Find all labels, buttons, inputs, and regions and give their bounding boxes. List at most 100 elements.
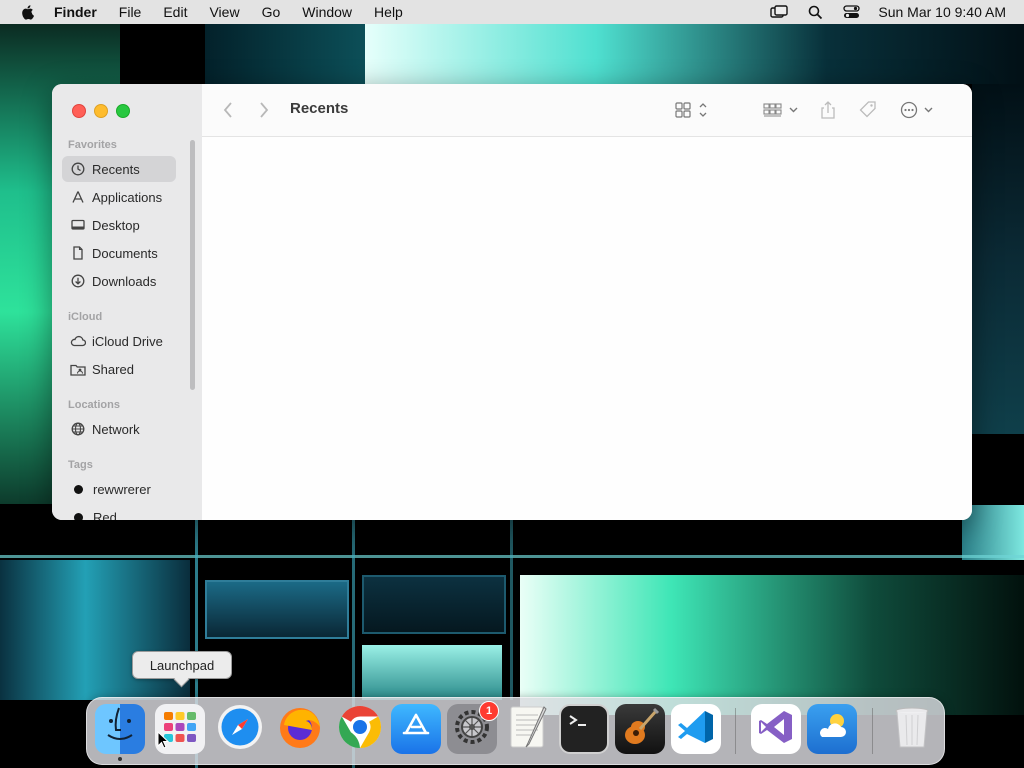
terminal-icon — [566, 712, 602, 747]
wallpaper-panel — [205, 24, 365, 84]
sidebar-item-label: iCloud Drive — [92, 333, 163, 349]
sidebar-scrollbar[interactable] — [190, 140, 195, 390]
sidebar-item-downloads[interactable]: Downloads — [62, 268, 176, 294]
finder-toolbar: Recents — [202, 84, 972, 137]
wallpaper-panel — [520, 575, 1024, 715]
dock-separator — [872, 708, 873, 754]
tag-color-dot — [74, 484, 83, 494]
sidebar-item-label: Shared — [92, 361, 134, 377]
forward-icon[interactable] — [258, 100, 270, 120]
apple-logo-icon[interactable] — [20, 4, 36, 20]
dock-separator — [735, 708, 736, 754]
control-center-icon[interactable] — [842, 4, 860, 20]
tag-icon[interactable] — [858, 100, 878, 120]
shared-folder-icon — [70, 361, 86, 377]
wallpaper-line — [510, 520, 513, 700]
window-controls — [72, 104, 130, 118]
dock-textedit[interactable] — [503, 704, 553, 754]
sidebar-item-label: Applications — [92, 189, 163, 205]
sidebar-item-label: Network — [92, 421, 140, 437]
cloud-icon — [70, 333, 86, 349]
sidebar-item-applications[interactable]: Applications — [62, 184, 176, 210]
dock-app-store[interactable] — [391, 704, 441, 754]
sidebar-section-locations: Locations — [68, 399, 120, 411]
wallpaper-panel — [365, 24, 1024, 84]
screen-mirroring-icon[interactable] — [770, 4, 789, 20]
firefox-icon — [276, 703, 324, 756]
sidebar-section-favorites: Favorites — [68, 139, 117, 151]
window-title: Recents — [290, 100, 349, 117]
wallpaper-panel — [362, 645, 502, 700]
dock-finder[interactable] — [95, 704, 145, 754]
dock-weather[interactable] — [807, 704, 857, 754]
dock-visual-studio[interactable] — [751, 704, 801, 754]
app-store-icon — [398, 709, 434, 750]
sidebar-item-label: Desktop — [92, 217, 140, 233]
trash-icon — [892, 703, 932, 756]
sidebar-section-tags: Tags — [68, 459, 93, 471]
menu-bar: Finder File Edit View Go Window Help Sun… — [0, 0, 1024, 24]
sidebar-item-label: Red — [93, 509, 117, 521]
dock-firefox[interactable] — [275, 704, 325, 754]
safari-icon — [216, 703, 264, 756]
menu-file[interactable]: File — [119, 4, 142, 20]
menu-clock[interactable]: Sun Mar 10 9:40 AM — [878, 4, 1006, 20]
finder-window: Favorites Recents Applications Desktop D… — [52, 84, 972, 520]
sidebar-item-shared[interactable]: Shared — [62, 356, 176, 382]
dock-chrome[interactable] — [335, 704, 385, 754]
search-icon[interactable] — [806, 4, 824, 20]
textedit-icon — [506, 703, 550, 756]
sidebar-tag-rewwrerer[interactable]: rewwrerer — [62, 476, 176, 502]
sidebar-item-icloud-drive[interactable]: iCloud Drive — [62, 328, 176, 354]
chrome-icon — [337, 704, 383, 755]
dock-terminal[interactable] — [559, 704, 609, 754]
desktop-icon — [70, 217, 86, 233]
applications-icon — [70, 189, 86, 205]
dock-garageband[interactable] — [615, 704, 665, 754]
document-icon — [70, 245, 86, 261]
sidebar-tag-red[interactable]: Red — [62, 504, 176, 520]
menu-app-name[interactable]: Finder — [54, 4, 97, 20]
back-icon[interactable] — [222, 100, 234, 120]
clock-icon — [70, 161, 86, 177]
menu-go[interactable]: Go — [262, 4, 281, 20]
running-indicator — [118, 757, 122, 761]
share-icon[interactable] — [820, 100, 836, 120]
group-icon[interactable] — [762, 100, 802, 120]
tag-color-dot — [74, 512, 83, 520]
dock-trash[interactable] — [887, 704, 937, 754]
sidebar-item-documents[interactable]: Documents — [62, 240, 176, 266]
visual-studio-icon — [756, 707, 796, 752]
minimize-button[interactable] — [94, 104, 108, 118]
sidebar-item-network[interactable]: Network — [62, 416, 176, 442]
dock-safari[interactable] — [215, 704, 265, 754]
sidebar-item-desktop[interactable]: Desktop — [62, 212, 176, 238]
dock-vscode[interactable] — [671, 704, 721, 754]
menu-help[interactable]: Help — [374, 4, 403, 20]
notification-badge: 1 — [479, 701, 499, 721]
zoom-button[interactable] — [116, 104, 130, 118]
wallpaper-panel — [972, 84, 1024, 434]
sidebar-item-label: rewwrerer — [93, 481, 151, 497]
download-icon — [70, 273, 86, 289]
finder-icon — [97, 704, 143, 755]
wallpaper-panel — [205, 580, 349, 639]
dock: 1 — [86, 697, 945, 765]
view-grid-icon[interactable] — [674, 100, 710, 120]
more-icon[interactable] — [900, 100, 936, 120]
dock-tooltip: Launchpad — [132, 651, 232, 679]
globe-icon — [70, 421, 86, 437]
menu-view[interactable]: View — [209, 4, 239, 20]
close-button[interactable] — [72, 104, 86, 118]
menu-edit[interactable]: Edit — [163, 4, 187, 20]
sidebar-item-recents[interactable]: Recents — [62, 156, 176, 182]
sidebar-item-label: Downloads — [92, 273, 157, 289]
wallpaper-panel — [0, 560, 190, 700]
sidebar-item-label: Documents — [92, 245, 158, 261]
garageband-icon — [618, 705, 662, 754]
sidebar-item-label: Recents — [92, 161, 140, 177]
sidebar-section-icloud: iCloud — [68, 311, 103, 323]
menu-window[interactable]: Window — [302, 4, 352, 20]
file-browser-content[interactable] — [202, 137, 972, 520]
finder-sidebar: Favorites Recents Applications Desktop D… — [52, 84, 203, 520]
